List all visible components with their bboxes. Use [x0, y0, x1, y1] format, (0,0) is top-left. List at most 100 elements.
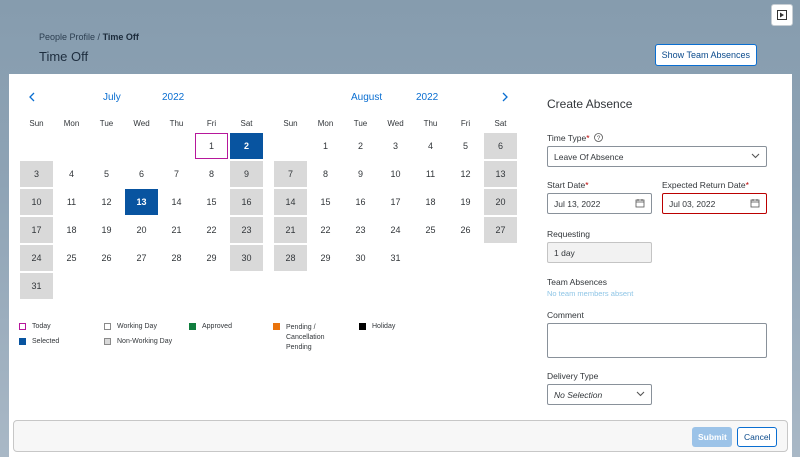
calendar-day[interactable]: 19	[90, 217, 123, 243]
calendar-day[interactable]: 20	[484, 189, 517, 215]
month-selector[interactable]: August	[351, 92, 382, 103]
weekday-label: Fri	[206, 119, 217, 128]
cancel-button[interactable]: Cancel	[737, 427, 777, 447]
comment-label: Comment	[547, 310, 584, 320]
calendar-day[interactable]: 6	[484, 133, 517, 159]
requesting-value: 1 day	[554, 247, 575, 258]
calendar-day[interactable]: 1	[309, 133, 342, 159]
weekday-label: Thu	[423, 119, 438, 128]
legend-swatch	[104, 323, 111, 330]
calendar-day[interactable]: 29	[195, 245, 228, 271]
calendar-day[interactable]: 15	[309, 189, 342, 215]
calendar-day[interactable]: 19	[449, 189, 482, 215]
calendar-day[interactable]: 18	[55, 217, 88, 243]
calendar-day[interactable]: 16	[344, 189, 377, 215]
time-type-select[interactable]: Leave Of Absence	[547, 146, 767, 167]
time-type-label-text: Time Type	[547, 133, 587, 143]
weekday-header: Sun Mon Tue Wed Thu Fri Sat	[273, 119, 518, 128]
calendar-day[interactable]: 22	[195, 217, 228, 243]
legend-label: Non-Working Day	[117, 338, 173, 345]
legend-item-non-working-day: Non-Working Day	[104, 338, 172, 345]
day-blank	[90, 133, 123, 159]
calendar-day[interactable]: 8	[195, 161, 228, 187]
return-date-input[interactable]: Jul 03, 2022	[662, 193, 767, 214]
calendar-day[interactable]: 12	[449, 161, 482, 187]
calendar-day[interactable]: 10	[20, 189, 53, 215]
calendar-day[interactable]: 24	[379, 217, 412, 243]
calendar-day[interactable]: 3	[379, 133, 412, 159]
calendar-day[interactable]: 24	[20, 245, 53, 271]
calendar-day[interactable]: 5	[90, 161, 123, 187]
expand-icon[interactable]	[771, 4, 793, 26]
calendar-day[interactable]: 29	[309, 245, 342, 271]
calendar-day[interactable]: 25	[55, 245, 88, 271]
required-marker: *	[586, 133, 590, 143]
show-team-absences-button[interactable]: Show Team Absences	[654, 44, 757, 66]
calendar-day[interactable]: 17	[20, 217, 53, 243]
calendar-day[interactable]: 30	[230, 245, 263, 271]
submit-button[interactable]: Submit	[692, 427, 732, 447]
calendar-day[interactable]: 10	[379, 161, 412, 187]
comment-textarea[interactable]	[547, 323, 767, 358]
legend-label: Pending / Cancellation Pending	[286, 324, 325, 351]
legend-label: Approved	[202, 323, 232, 330]
month-selector[interactable]: July	[103, 92, 121, 103]
help-icon[interactable]: ?	[594, 133, 603, 144]
calendar-day[interactable]: 15	[195, 189, 228, 215]
calendar-day[interactable]: 23	[344, 217, 377, 243]
calendar-day[interactable]: 2	[344, 133, 377, 159]
calendar-day[interactable]: 21	[160, 217, 193, 243]
calendar-day[interactable]: 1	[195, 133, 228, 159]
calendar-day[interactable]: 14	[160, 189, 193, 215]
weekday-label: Wed	[133, 119, 150, 128]
calendar-day[interactable]: 2	[230, 133, 263, 159]
calendar-day[interactable]: 11	[414, 161, 447, 187]
calendar-day[interactable]: 28	[160, 245, 193, 271]
calendar-day[interactable]: 26	[449, 217, 482, 243]
calendar-icon[interactable]	[635, 198, 645, 210]
calendar-day[interactable]: 7	[274, 161, 307, 187]
team-absences-value: No team members absent	[547, 289, 634, 298]
calendar-day[interactable]: 8	[309, 161, 342, 187]
return-date-label-text: Expected Return Date	[662, 180, 746, 190]
next-month-icon[interactable]	[501, 92, 509, 105]
delivery-type-label: Delivery Type	[547, 371, 599, 381]
calendar-day[interactable]: 12	[90, 189, 123, 215]
calendar-day[interactable]: 18	[414, 189, 447, 215]
calendar-day[interactable]: 9	[230, 161, 263, 187]
prev-month-icon[interactable]	[28, 92, 36, 105]
calendar-day[interactable]: 4	[55, 161, 88, 187]
calendar-day[interactable]: 13	[484, 161, 517, 187]
calendar-day[interactable]: 11	[55, 189, 88, 215]
weekday-label: Tue	[99, 119, 114, 128]
calendar-day[interactable]: 5	[449, 133, 482, 159]
calendar-day[interactable]: 27	[125, 245, 158, 271]
calendar-day[interactable]: 3	[20, 161, 53, 187]
calendar-day[interactable]: 31	[379, 245, 412, 271]
calendar-day[interactable]: 23	[230, 217, 263, 243]
calendar-day[interactable]: 13	[125, 189, 158, 215]
calendar-icon[interactable]	[750, 198, 760, 210]
calendar-day[interactable]: 6	[125, 161, 158, 187]
calendar-day[interactable]: 25	[414, 217, 447, 243]
calendar-day[interactable]: 22	[309, 217, 342, 243]
calendar-day[interactable]: 30	[344, 245, 377, 271]
breadcrumb-link-people-profile[interactable]: People Profile	[39, 32, 95, 42]
calendar-day[interactable]: 21	[274, 217, 307, 243]
calendar-day[interactable]: 9	[344, 161, 377, 187]
legend-swatch	[359, 323, 366, 330]
year-selector[interactable]: 2022	[416, 92, 438, 103]
calendar-day[interactable]: 16	[230, 189, 263, 215]
delivery-type-select[interactable]: No Selection	[547, 384, 652, 405]
calendar-day[interactable]: 20	[125, 217, 158, 243]
calendar-day[interactable]: 14	[274, 189, 307, 215]
calendar-day[interactable]: 28	[274, 245, 307, 271]
calendar-day[interactable]: 17	[379, 189, 412, 215]
year-selector[interactable]: 2022	[162, 92, 184, 103]
calendar-day[interactable]: 27	[484, 217, 517, 243]
calendar-day[interactable]: 7	[160, 161, 193, 187]
calendar-day[interactable]: 26	[90, 245, 123, 271]
calendar-day[interactable]: 4	[414, 133, 447, 159]
calendar-day[interactable]: 31	[20, 273, 53, 299]
start-date-input[interactable]: Jul 13, 2022	[547, 193, 652, 214]
